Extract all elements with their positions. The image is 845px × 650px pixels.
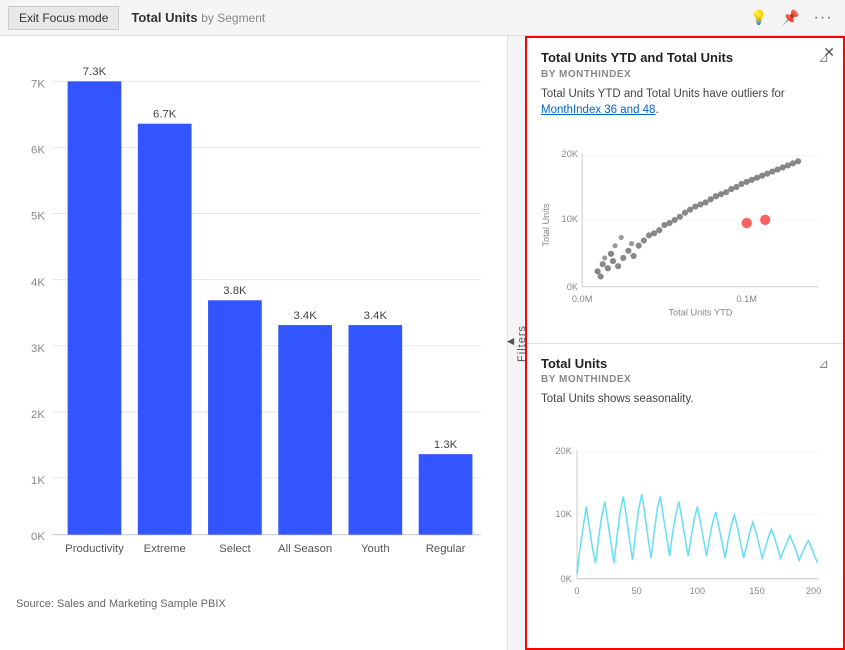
svg-text:1.3K: 1.3K — [434, 439, 458, 451]
svg-text:4K: 4K — [31, 277, 45, 289]
card2-title: Total Units — [541, 356, 818, 373]
close-button[interactable]: ✕ — [823, 44, 835, 61]
svg-text:All Season: All Season — [278, 543, 332, 555]
app-container: Exit Focus mode Total Units by Segment 💡… — [0, 0, 845, 650]
svg-text:5K: 5K — [31, 211, 45, 223]
card2-by-label: BY MONTHINDEX — [541, 374, 829, 385]
bar-regular[interactable] — [419, 454, 473, 535]
svg-text:0.1M: 0.1M — [736, 294, 757, 304]
svg-text:150: 150 — [749, 587, 764, 597]
bar-select[interactable] — [208, 300, 262, 534]
bar-all-season[interactable] — [278, 325, 332, 535]
card2-header: Total Units ⊿ — [541, 356, 829, 373]
bar-chart-container: 7K 6K 5K 4K 3K 2K 1K 0K — [16, 52, 491, 594]
more-options-btn[interactable]: ··· — [809, 4, 837, 32]
scatter-svg: 20K 10K 0K 0.0M 0.1M Total Units YTD — [541, 126, 829, 334]
svg-text:7.3K: 7.3K — [83, 66, 107, 78]
svg-text:Total Units YTD: Total Units YTD — [668, 308, 732, 318]
bar-productivity[interactable] — [68, 81, 122, 534]
svg-text:2K: 2K — [31, 409, 45, 421]
pin-icon-btn[interactable]: 📌 — [777, 4, 805, 32]
svg-text:Regular: Regular — [426, 543, 466, 555]
svg-text:Total Units: Total Units — [541, 203, 551, 247]
insights-icon-btn[interactable]: 💡 — [745, 4, 773, 32]
exit-focus-button[interactable]: Exit Focus mode — [8, 6, 119, 30]
card2-description: Total Units shows seasonality. — [541, 391, 829, 407]
card2-line-chart: 20K 10K 0K 0 50 100 150 200 — [541, 415, 829, 640]
card1-description: Total Units YTD and Total Units have out… — [541, 86, 829, 118]
insight-card-line: Total Units ⊿ BY MONTHINDEX Total Units … — [527, 344, 843, 649]
svg-text:Extreme: Extreme — [144, 543, 186, 555]
svg-text:10K: 10K — [562, 214, 579, 224]
svg-text:3.8K: 3.8K — [223, 285, 247, 297]
svg-text:0K: 0K — [561, 574, 573, 584]
svg-text:100: 100 — [690, 587, 705, 597]
card1-scatter-chart: 20K 10K 0K 0.0M 0.1M Total Units YTD — [541, 126, 829, 334]
svg-text:3K: 3K — [31, 343, 45, 355]
page-title: Total Units by Segment — [119, 10, 277, 25]
outlier-link[interactable]: MonthIndex 36 and 48 — [541, 104, 655, 116]
svg-text:0: 0 — [574, 587, 579, 597]
svg-text:20K: 20K — [555, 447, 572, 457]
main-content: 7K 6K 5K 4K 3K 2K 1K 0K — [0, 36, 845, 650]
svg-text:3.4K: 3.4K — [364, 310, 388, 322]
svg-text:Productivity: Productivity — [65, 543, 124, 555]
svg-text:7K: 7K — [31, 79, 45, 91]
source-text: Source: Sales and Marketing Sample PBIX — [16, 598, 491, 610]
svg-text:Youth: Youth — [361, 543, 390, 555]
header: Exit Focus mode Total Units by Segment 💡… — [0, 0, 845, 36]
card2-pin-icon[interactable]: ⊿ — [818, 356, 829, 372]
bar-youth[interactable] — [349, 325, 403, 535]
svg-text:3.4K: 3.4K — [293, 310, 317, 322]
line-svg: 20K 10K 0K 0 50 100 150 200 — [541, 415, 829, 640]
svg-text:Select: Select — [219, 543, 251, 555]
svg-text:0K: 0K — [567, 282, 579, 292]
svg-text:0.0M: 0.0M — [572, 294, 593, 304]
svg-text:0K: 0K — [31, 531, 45, 543]
bar-chart-area: 7K 6K 5K 4K 3K 2K 1K 0K — [0, 36, 507, 650]
bar-chart-svg: 7K 6K 5K 4K 3K 2K 1K 0K — [16, 52, 491, 594]
filters-sidebar[interactable]: ◄ Filters — [507, 36, 525, 650]
svg-text:50: 50 — [632, 587, 642, 597]
svg-text:1K: 1K — [31, 475, 45, 487]
svg-text:6K: 6K — [31, 145, 45, 157]
header-icons: 💡 📌 ··· — [745, 4, 837, 32]
card1-title: Total Units YTD and Total Units — [541, 50, 818, 67]
svg-text:200: 200 — [806, 587, 821, 597]
svg-text:20K: 20K — [562, 149, 579, 159]
bar-extreme[interactable] — [138, 124, 192, 535]
card1-by-label: BY MONTHINDEX — [541, 69, 829, 80]
card1-header: Total Units YTD and Total Units ⊿ — [541, 50, 829, 67]
insight-card-scatter: Total Units YTD and Total Units ⊿ BY MON… — [527, 38, 843, 344]
right-panel: ✕ Total Units YTD and Total Units ⊿ BY M… — [525, 36, 845, 650]
svg-text:10K: 10K — [555, 509, 572, 519]
svg-text:6.7K: 6.7K — [153, 109, 177, 121]
